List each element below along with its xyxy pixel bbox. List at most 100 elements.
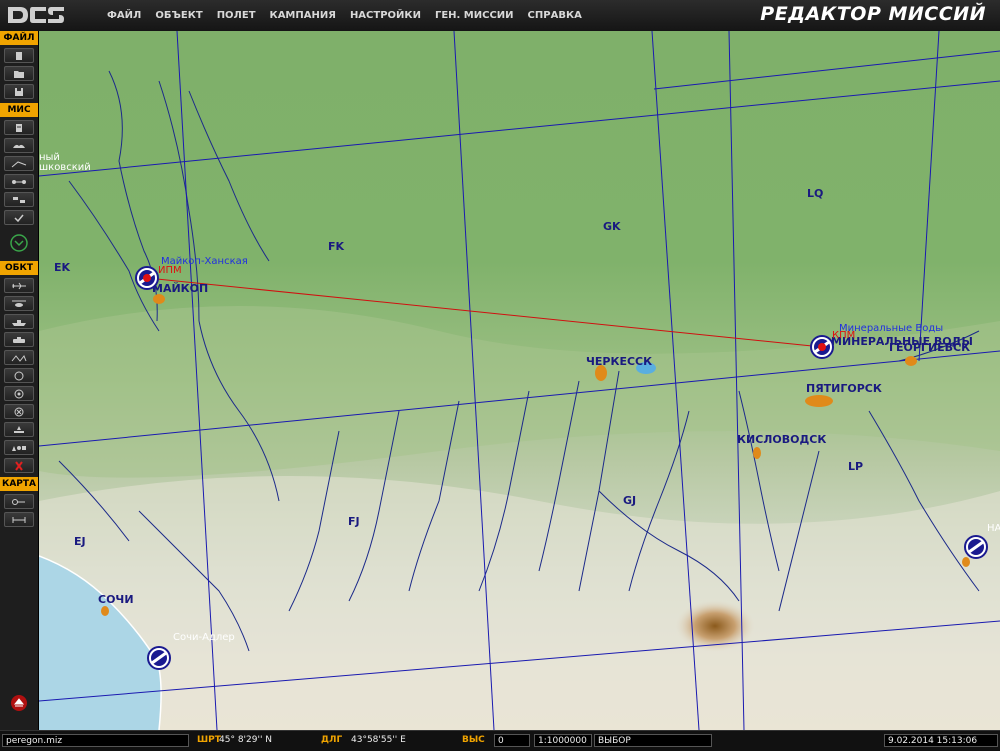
menu-settings[interactable]: НАСТРОЙКИ [344,0,429,31]
status-bar: peregon.miz ШРТ 45° 8'29'' N ДЛГ 43°58'5… [0,730,1000,751]
mission-triggers-button[interactable] [4,156,34,171]
longitude-value: 43°58'55'' E [351,735,406,745]
clipboard-icon [16,123,22,132]
open-file-button[interactable] [4,66,34,81]
mission-goals-button[interactable] [4,174,34,189]
fly-mission-icon[interactable] [9,233,29,253]
menu-flight[interactable]: ПОЛЕТ [211,0,264,31]
ruler-icon [12,516,26,523]
airfield-icon [14,425,24,433]
grid-label-fk: FK [328,240,345,253]
add-airfield-button[interactable] [4,422,34,437]
save-file-button[interactable] [4,84,34,99]
menu-object[interactable]: ОБЪЕКТ [149,0,210,31]
toolbar-section-objects: ОБКТ [0,261,38,275]
add-plane-button[interactable] [4,278,34,293]
delete-icon [15,460,23,471]
add-trigger-zone-button[interactable] [4,368,34,383]
left-toolbar: ФАЙЛ МИС ОБКТ КАРТА [0,31,39,731]
new-file-icon [16,51,22,60]
add-target-button[interactable] [4,386,34,401]
add-nav-point-button[interactable] [4,404,34,419]
eject-button[interactable] [10,694,28,712]
grid-label-gk: GK [603,220,621,233]
top-bar: ФАЙЛ ОБЪЕКТ ПОЛЕТ КАМПАНИЯ НАСТРОЙКИ ГЕН… [0,0,1000,32]
open-folder-icon [14,70,24,78]
airfield-marker-nalchik[interactable] [964,535,988,559]
edit-mode: ВЫБОР [594,734,712,747]
latitude-value: 45° 8'29'' N [219,735,273,745]
waypoint-label-end: КПМ [832,330,855,341]
ship-icon [12,319,26,326]
cross-circle-icon [14,407,24,416]
elbrus-peak [675,600,755,652]
city-label-cherkessk: ЧЕРКЕССК [586,355,652,368]
grid-label-lq: LQ [807,187,823,200]
longitude-label: ДЛГ [321,735,343,745]
city-label-georgievsk: ГЕОРГИЕВСК [889,341,970,354]
plane-icon [12,282,26,289]
delete-object-button[interactable] [4,458,34,473]
tank-icon [13,336,25,343]
grid-label-lp: LP [848,460,863,473]
add-vehicle-button[interactable] [4,332,34,347]
grid-label-fj: FJ [348,515,360,528]
waypoint-label-start: ИПМ [158,265,182,276]
main-menu: ФАЙЛ ОБЪЕКТ ПОЛЕТ КАМПАНИЯ НАСТРОЙКИ ГЕН… [101,0,590,31]
map-scale[interactable]: 1:1000000 [534,734,592,747]
save-icon [15,87,23,96]
editor-title: РЕДАКТОР МИССИЙ [760,3,986,25]
menu-campaign[interactable]: КАМПАНИЯ [264,0,344,31]
static-object-icon [11,354,27,362]
mission-weather-button[interactable] [4,138,34,153]
airfield-label-sochi-adler: Сочи-Адлер [173,632,235,643]
zone-icon [14,371,24,380]
menu-mission-generator[interactable]: ГЕН. МИССИИ [429,0,522,31]
airfield-marker-maykop[interactable] [135,266,159,290]
airfield-label-nalchik: НА [987,523,1000,534]
fly-mission-area [0,225,38,261]
nodes-icon [12,179,26,184]
airfield-marker-mineralnye-vody[interactable] [810,335,834,359]
airfield-marker-sochi-adler[interactable] [147,646,171,670]
helicopter-icon [12,300,26,307]
weather-icon [13,144,25,148]
grid-label-gj: GJ [623,494,636,507]
toolbar-section-map: КАРТА [0,477,38,491]
new-file-button[interactable] [4,48,34,63]
add-static-button[interactable] [4,350,34,365]
flags-icon [13,196,25,203]
grid-label-ek: EK [54,261,71,274]
mission-briefing-button[interactable] [4,120,34,135]
mission-datetime: 9.02.2014 15:13:06 [884,734,998,747]
checkmark-icon [14,214,24,222]
city-label-sochi: СОЧИ [98,593,134,606]
map-canvas: EK FK GK LQ EJ FJ GJ LP МАЙКОП ЧЕРКЕССК … [39,31,1000,730]
city-label-pyatigorsk: ПЯТИГОРСК [806,382,882,395]
mission-check-button[interactable] [4,210,34,225]
grid-label-ej: EJ [74,535,86,548]
toolbar-section-file: ФАЙЛ [0,31,38,45]
shapes-icon [12,445,26,451]
city-label-kislovodsk: КИСЛОВОДСК [737,433,826,446]
add-shapes-button[interactable] [4,440,34,455]
map-view[interactable]: EK FK GK LQ EJ FJ GJ LP МАЙКОП ЧЕРКЕССК … [39,31,1000,730]
city-label-maykop: МАЙКОП [152,282,208,295]
target-icon [14,389,24,398]
eject-icon [11,695,27,711]
altitude-value: 0 [494,734,530,747]
route-icon [11,160,27,167]
add-ship-button[interactable] [4,314,34,329]
map-options-button[interactable] [4,494,34,509]
dcs-logo [8,7,64,23]
map-ruler-button[interactable] [4,512,34,527]
edge-label-2: шковский [39,162,91,173]
toolbar-section-mission: МИС [0,103,38,117]
menu-help[interactable]: СПРАВКА [522,0,590,31]
mission-coalitions-button[interactable] [4,192,34,207]
key-icon [12,498,25,505]
add-helicopter-button[interactable] [4,296,34,311]
menu-file[interactable]: ФАЙЛ [101,0,149,31]
altitude-label: ВЫС [462,735,485,745]
latitude-label: ШРТ [197,735,221,745]
